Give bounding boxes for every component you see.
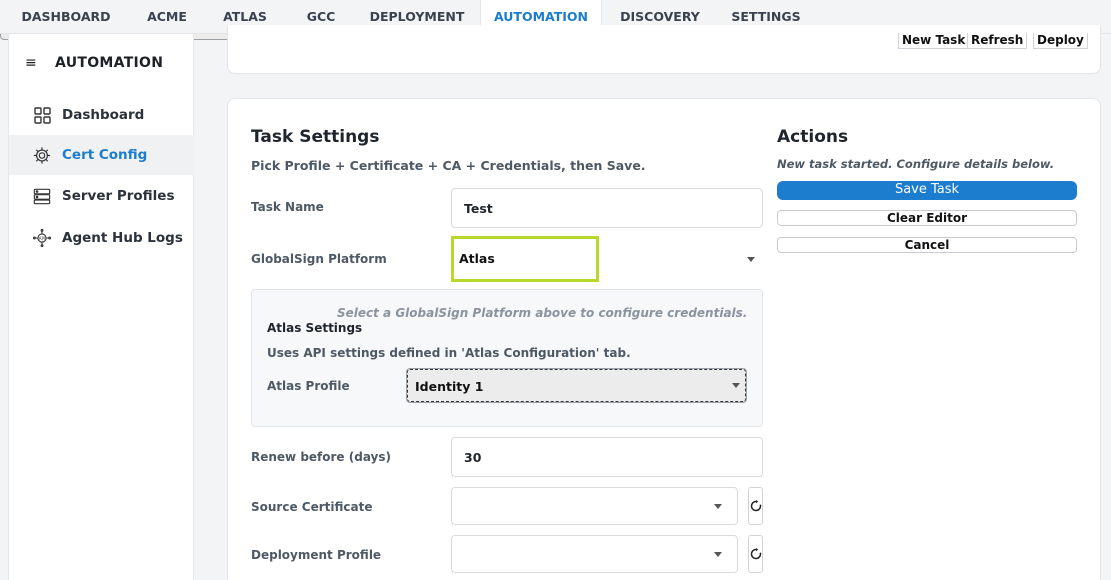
deploy-button[interactable]: Deploy [1033,33,1088,49]
sidebar-item-label: Cert Config [62,147,148,163]
atlas-settings-title: Atlas Settings [267,321,363,335]
refresh-button[interactable]: Refresh [967,33,1028,49]
credentials-hint: Select a GlobalSign Platform above to co… [337,306,748,320]
sidebar-item-agent-hub-logs[interactable]: API Agent Hub Logs [9,218,194,258]
sidebar-item-server-profiles[interactable]: Server Profiles [9,176,194,216]
chevron-down-icon [747,257,755,262]
tab-acme[interactable]: ACME [138,0,196,34]
deployment-profile-select[interactable] [451,535,738,573]
platform-value: Atlas [459,251,495,266]
actions-status-text: New task started. Configure details belo… [777,157,1055,171]
toolbar-card: New Task Refresh Deploy [227,25,1101,74]
renew-before-input[interactable]: 30 [451,437,763,477]
source-certificate-label: Source Certificate [251,500,373,514]
platform-label: GlobalSign Platform [251,252,387,266]
sidebar-item-dashboard[interactable]: Dashboard [9,95,194,135]
api-network-icon: API [33,228,51,248]
atlas-profile-value: Identity 1 [415,379,484,394]
tab-dashboard[interactable]: DASHBOARD [12,0,120,34]
actions-title: Actions [777,127,849,147]
renew-before-value: 30 [464,449,482,465]
task-settings-subtitle: Pick Profile + Certificate + CA + Creden… [251,158,646,173]
gear-icon [33,146,51,164]
hamburger-menu-icon[interactable]: ≡ [25,55,55,71]
sidebar-item-cert-config[interactable]: Cert Config [9,135,194,175]
sidebar-header: ≡ AUTOMATION [25,54,163,72]
chevron-down-icon [714,552,722,557]
refresh-icon [750,548,761,560]
dashboard-grid-icon [33,106,51,124]
sidebar-item-label: Dashboard [62,107,145,123]
cancel-button[interactable]: Cancel [777,237,1077,253]
renew-before-label: Renew before (days) [251,450,392,464]
atlas-settings-description: Uses API settings defined in 'Atlas Conf… [267,346,631,360]
save-task-button[interactable]: Save Task [777,181,1077,200]
atlas-profile-label: Atlas Profile [267,379,350,393]
deployment-profile-label: Deployment Profile [251,548,382,562]
sidebar-item-label: Server Profiles [62,188,175,204]
task-settings-title: Task Settings [251,127,380,147]
new-task-button[interactable]: New Task [898,33,970,49]
sidebar: ≡ AUTOMATION Dashboard Cert Config Serve… [8,34,194,580]
chevron-down-icon [732,383,740,388]
source-certificate-refresh-button[interactable] [748,487,763,525]
task-name-label: Task Name [251,200,324,214]
sidebar-item-label: Agent Hub Logs [62,230,183,246]
task-name-value: Test [464,200,493,216]
sidebar-title: AUTOMATION [55,55,164,71]
source-certificate-select[interactable] [451,487,738,525]
svg-text:API: API [39,236,45,241]
clear-editor-button[interactable]: Clear Editor [777,210,1077,226]
server-icon [33,187,51,205]
chevron-down-icon [714,504,722,509]
atlas-profile-select[interactable]: Identity 1 [406,368,747,403]
task-name-input[interactable]: Test [451,188,763,228]
deployment-profile-refresh-button[interactable] [748,535,763,573]
refresh-icon [750,500,761,512]
